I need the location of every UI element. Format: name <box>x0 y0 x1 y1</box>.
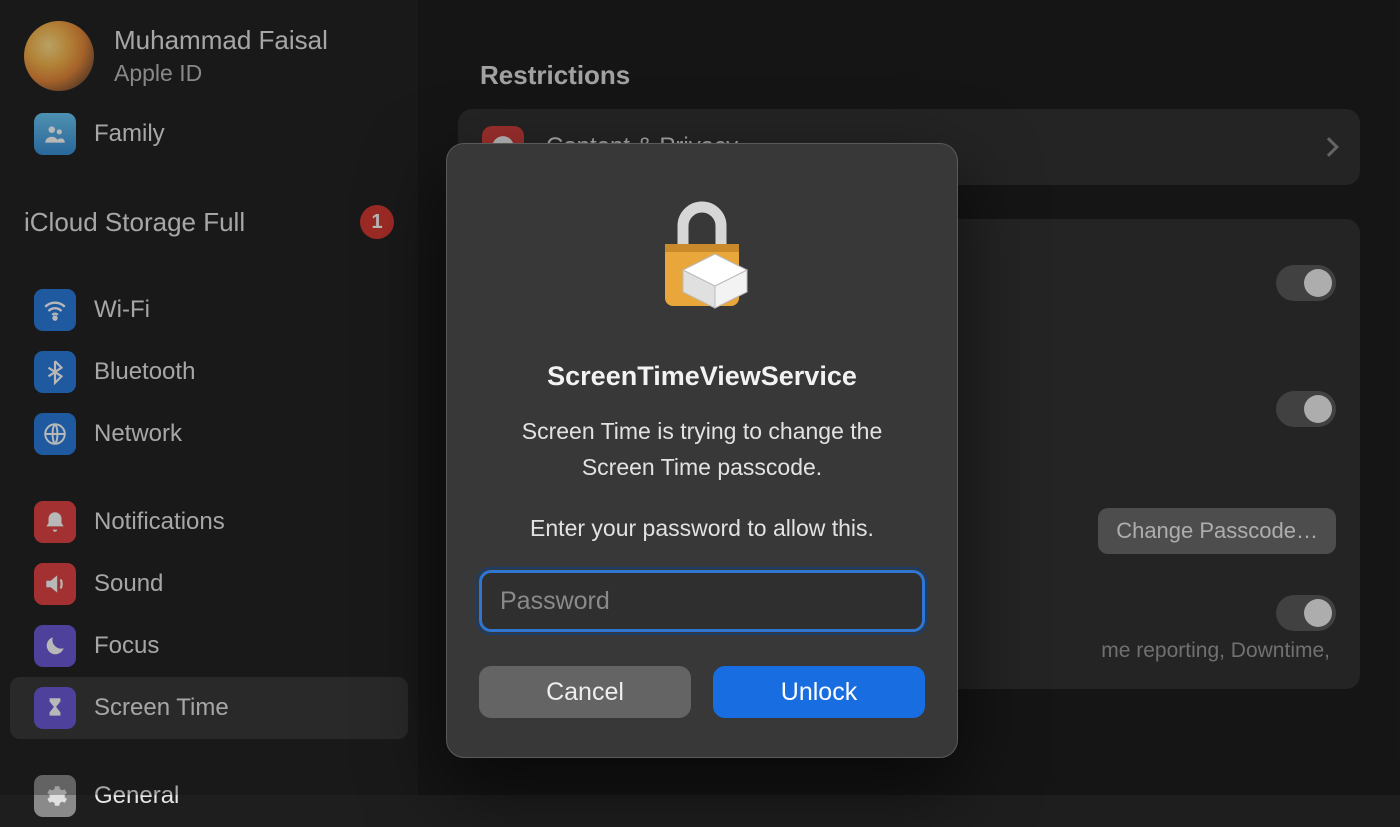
auth-dialog: ScreenTimeViewService Screen Time is try… <box>446 143 958 758</box>
dialog-message: Screen Time is trying to change the Scre… <box>522 414 883 485</box>
dialog-hint: Enter your password to allow this. <box>530 515 874 542</box>
password-input[interactable] <box>479 570 925 632</box>
dialog-title: ScreenTimeViewService <box>547 361 857 392</box>
lock-icon <box>643 190 761 325</box>
unlock-button[interactable]: Unlock <box>713 666 925 718</box>
cancel-button[interactable]: Cancel <box>479 666 691 718</box>
